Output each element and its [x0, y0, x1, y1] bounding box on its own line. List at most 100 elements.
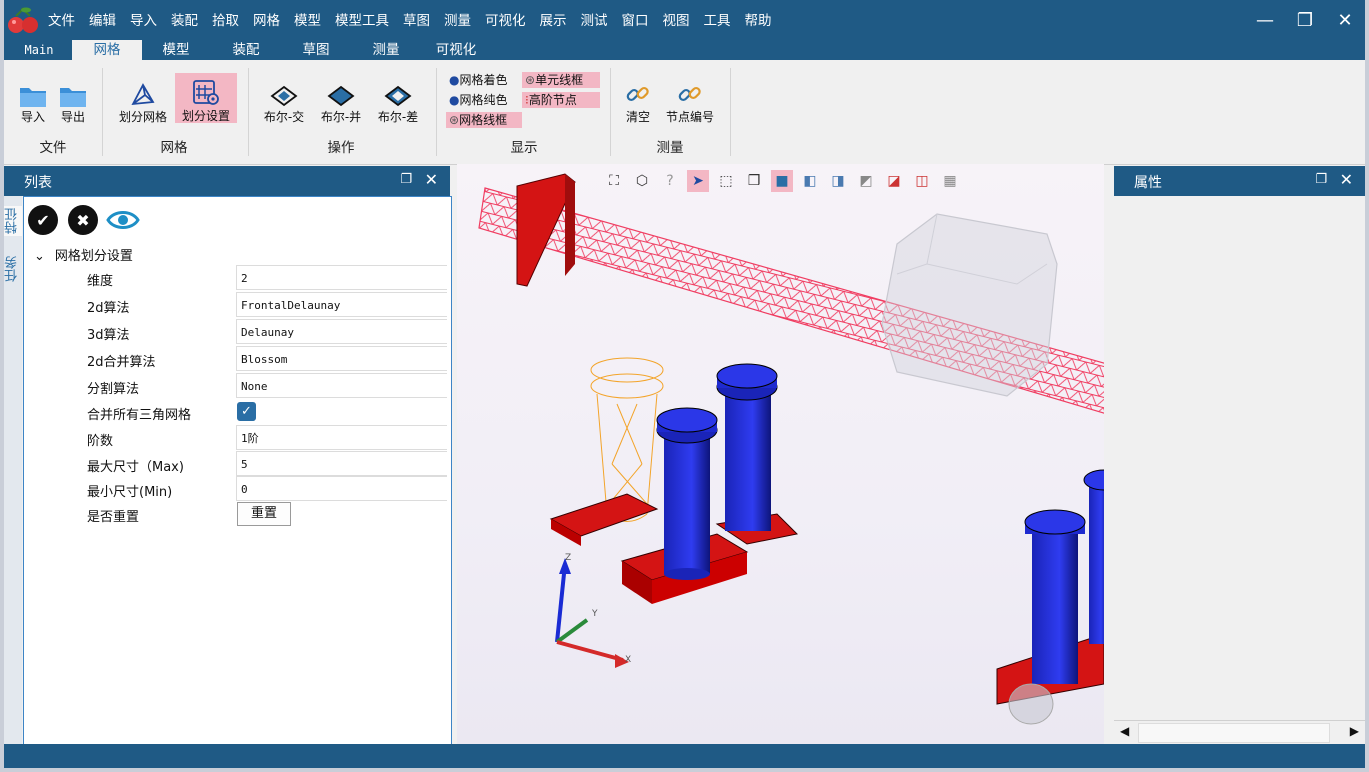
properties-panel-header: 属性 ❐ ✕ — [1114, 166, 1365, 196]
mesh-icon — [131, 83, 155, 106]
menu-tools[interactable]: 工具 — [704, 9, 731, 29]
side-view-icon[interactable]: ◩ — [855, 170, 877, 192]
float-panel-icon[interactable]: ❐ — [1315, 172, 1327, 187]
reset-button[interactable]: 重置 — [237, 502, 291, 526]
menu-visualize[interactable]: 可视化 — [485, 9, 526, 29]
menu-model-tools[interactable]: 模型工具 — [335, 9, 389, 29]
menu-window[interactable]: 窗口 — [622, 9, 649, 29]
boolean-intersect-button[interactable]: 布尔-交 — [260, 74, 308, 125]
float-panel-icon[interactable]: ❐ — [400, 172, 412, 187]
wire-view-icon[interactable]: ▦ — [939, 170, 961, 192]
status-bar — [4, 744, 1365, 768]
property-label: 维度 — [87, 274, 114, 289]
element-wireframe-icon: ⊛ — [525, 73, 536, 87]
minimize-button[interactable]: — — [1245, 0, 1285, 40]
z-axis-label: Z — [565, 553, 571, 563]
menu-sketch[interactable]: 草图 — [403, 9, 430, 29]
tab-model[interactable]: 模型 — [146, 40, 206, 60]
shaded-cube-icon[interactable]: ■ — [771, 170, 793, 192]
node-number-button[interactable]: 节点编号 — [662, 74, 718, 125]
mesh-solid-button[interactable]: ●网格纯色 — [446, 92, 511, 108]
property-row-merge-triangles: 合并所有三角网格 ✓ — [24, 399, 449, 425]
mesh-shaded-button[interactable]: ●网格着色 — [446, 72, 511, 88]
close-panel-icon[interactable]: ✕ — [425, 170, 438, 189]
tab-mesh[interactable]: 网格 — [72, 40, 142, 60]
mesh-settings-button[interactable]: 划分设置 — [175, 73, 237, 123]
menu-test[interactable]: 测试 — [581, 9, 608, 29]
menu-mesh[interactable]: 网格 — [253, 9, 280, 29]
window-select-icon[interactable]: ❒ — [743, 170, 765, 192]
menu-show[interactable]: 展示 — [540, 9, 567, 29]
boolean-intersect-icon — [270, 85, 298, 107]
generate-mesh-button[interactable]: 划分网格 — [116, 74, 170, 125]
select-pointer-icon[interactable]: ➤ — [687, 170, 709, 192]
property-label: 合并所有三角网格 — [87, 408, 192, 423]
menu-file[interactable]: 文件 — [48, 9, 75, 29]
import-button[interactable]: 导入 — [16, 74, 50, 125]
scroll-right-icon[interactable]: ▶ — [1350, 724, 1359, 738]
bolt-cylinder — [656, 407, 718, 580]
boolean-difference-button[interactable]: 布尔-差 — [374, 74, 422, 125]
menu-help[interactable]: 帮助 — [745, 9, 772, 29]
3d-algorithm-field[interactable]: Delaunay — [236, 319, 447, 344]
confirm-button[interactable]: ✔ — [28, 205, 58, 235]
menu-assembly[interactable]: 装配 — [171, 9, 198, 29]
tree-node-mesh-settings[interactable]: ⌄ 网格划分设置 — [34, 245, 133, 264]
property-label: 3d算法 — [87, 328, 130, 343]
import-label: 导入 — [20, 110, 45, 124]
merge-triangles-checkbox[interactable]: ✓ — [237, 402, 256, 421]
menu-measure[interactable]: 测量 — [444, 9, 471, 29]
view-cube-icon[interactable]: ⬡ — [631, 170, 653, 192]
iso-view-icon[interactable]: ◫ — [911, 170, 933, 192]
menu-pick[interactable]: 拾取 — [212, 9, 239, 29]
order-field[interactable]: 1阶 — [236, 425, 447, 450]
front-view-icon[interactable]: ◧ — [799, 170, 821, 192]
cancel-button[interactable]: ✖ — [68, 205, 98, 235]
2d-algorithm-field[interactable]: FrontalDelaunay — [236, 292, 447, 317]
high-order-nodes-button[interactable]: ⁝高阶节点 — [522, 92, 600, 108]
restore-button[interactable]: ❐ — [1285, 0, 1325, 40]
section-view-icon[interactable]: ◪ — [883, 170, 905, 192]
help-icon[interactable]: ? — [659, 170, 681, 192]
x-axis-label: X — [625, 655, 631, 665]
close-panel-icon[interactable]: ✕ — [1340, 170, 1353, 189]
side-tab-tasks[interactable]: 任务 — [4, 254, 22, 284]
3d-viewport[interactable]: Z Y X ⛶ ⬡ ? ➤ ⬚ ❒ ■ ◧ ◨ ◩ ◪ ◫ ▦ — [457, 164, 1104, 744]
close-button[interactable]: ✕ — [1325, 0, 1365, 40]
menu-edit[interactable]: 编辑 — [89, 9, 116, 29]
high-order-nodes-label: 高阶节点 — [528, 93, 577, 107]
2d-recombine-field[interactable]: Blossom — [236, 346, 447, 371]
properties-scrollbar[interactable]: ◀ ▶ — [1114, 720, 1365, 744]
boolean-union-button[interactable]: 布尔-并 — [317, 74, 365, 125]
tab-main[interactable]: Main — [12, 40, 66, 60]
menu-view[interactable]: 视图 — [663, 9, 690, 29]
visibility-button[interactable] — [106, 205, 140, 235]
export-button[interactable]: 导出 — [56, 74, 90, 125]
mesh-wireframe-button[interactable]: ⊛网格线框 — [446, 112, 522, 128]
top-view-icon[interactable]: ◨ — [827, 170, 849, 192]
tab-sketch[interactable]: 草图 — [286, 40, 346, 60]
generate-mesh-label: 划分网格 — [118, 110, 167, 124]
box-select-icon[interactable]: ⬚ — [715, 170, 737, 192]
tab-assembly[interactable]: 装配 — [216, 40, 276, 60]
max-size-field[interactable]: 5 — [236, 451, 447, 476]
boolean-difference-label: 布尔-差 — [377, 110, 419, 124]
properties-panel-title: 属性 — [1134, 175, 1162, 191]
element-wireframe-button[interactable]: ⊛单元线框 — [522, 72, 600, 88]
menu-model[interactable]: 模型 — [294, 9, 321, 29]
scroll-left-icon[interactable]: ◀ — [1120, 724, 1129, 738]
fit-view-icon[interactable]: ⛶ — [603, 170, 625, 192]
dimension-field[interactable]: 2 — [236, 265, 447, 290]
property-row-min-size: 最小尺寸(Min) 0 — [24, 476, 449, 502]
side-tab-features[interactable]: 特征 — [4, 206, 22, 236]
mesh-settings-icon — [193, 80, 219, 105]
min-size-field[interactable]: 0 — [236, 476, 447, 501]
scroll-thumb[interactable] — [1138, 723, 1330, 743]
tab-visualize[interactable]: 可视化 — [426, 40, 486, 60]
tab-measure[interactable]: 测量 — [356, 40, 416, 60]
menu-import[interactable]: 导入 — [130, 9, 157, 29]
tree-node-label: 网格划分设置 — [54, 249, 133, 264]
clear-button[interactable]: 清空 — [620, 74, 656, 125]
folder-icon — [60, 88, 86, 107]
subdivision-field[interactable]: None — [236, 373, 447, 398]
